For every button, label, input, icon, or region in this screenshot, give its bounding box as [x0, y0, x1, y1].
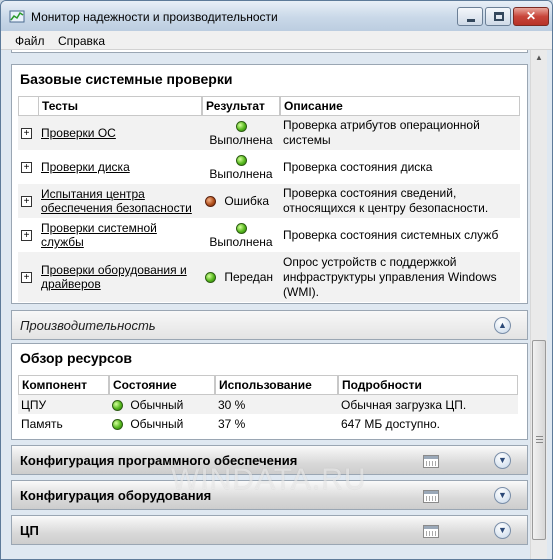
- usage-text: 37 %: [218, 416, 246, 431]
- description-text: Проверка состояния диска: [283, 160, 433, 174]
- maximize-button[interactable]: [485, 7, 511, 26]
- test-link[interactable]: Проверки оборудования и драйверов: [41, 263, 187, 291]
- status-ok-icon: [205, 272, 216, 284]
- table-row: + Проверки системной службы Выполнена Пр…: [18, 218, 520, 252]
- previous-panel: [11, 50, 528, 53]
- result-text: Выполнена: [209, 133, 273, 147]
- basic-checks-title: Базовые системные проверки: [20, 71, 233, 87]
- result-text: Ошибка: [224, 194, 270, 208]
- description-text: Проверка состояния сведений, относящихся…: [280, 184, 520, 218]
- expand-icon[interactable]: +: [21, 272, 32, 284]
- grip-line: [536, 442, 543, 443]
- expand-icon[interactable]: +: [21, 230, 32, 242]
- scrollbar-thumb[interactable]: [532, 340, 546, 540]
- maximize-icon: [494, 12, 504, 21]
- grip-line: [536, 436, 543, 437]
- col-usage[interactable]: Использование: [215, 375, 338, 395]
- col-details[interactable]: Подробности: [338, 375, 518, 395]
- col-tests[interactable]: Тесты: [38, 96, 202, 116]
- description-text: Проверка атрибутов операционной системы: [280, 116, 520, 150]
- component-text: ЦПУ: [18, 395, 109, 414]
- description-text: Проверка состояния системных служб: [283, 228, 499, 242]
- report-icon: [423, 455, 439, 468]
- report-icon: [423, 490, 439, 503]
- resource-table: Компонент Состояние Использование Подроб…: [18, 375, 518, 433]
- description-text: Опрос устройств с поддержкой инфраструкт…: [280, 252, 520, 302]
- col-description[interactable]: Описание: [280, 96, 520, 116]
- expander-header: [18, 96, 38, 116]
- test-link[interactable]: Проверки ОС: [41, 126, 116, 140]
- performance-title: Производительность: [20, 318, 156, 333]
- status-ok-icon: [235, 155, 247, 167]
- table-row: + Проверки диска Выполнена Проверка сост…: [18, 150, 520, 184]
- basic-checks-table: Тесты Результат Описание + Проверки ОС В…: [18, 96, 520, 302]
- result-text: Передан: [224, 270, 274, 284]
- state-text: Обычный: [130, 397, 184, 412]
- status-ok-icon: [235, 121, 247, 133]
- state-text: Обычный: [130, 416, 184, 431]
- status-ok-icon: [112, 399, 123, 411]
- report-icon: [423, 525, 439, 538]
- vertical-scrollbar[interactable]: ▲: [530, 50, 547, 559]
- table-row: + Испытания центра обеспечения безопасно…: [18, 184, 520, 218]
- chevron-down-icon[interactable]: ▼: [494, 452, 511, 469]
- result-text: Выполнена: [209, 235, 273, 249]
- details-text: 647 МБ доступно.: [341, 416, 440, 431]
- menu-bar: Файл Справка: [1, 31, 552, 50]
- expand-icon[interactable]: +: [21, 196, 32, 208]
- chevron-down-icon[interactable]: ▼: [494, 487, 511, 504]
- test-link[interactable]: Проверки диска: [41, 160, 130, 174]
- table-row: ЦПУ Обычный 30 % Обычная загрузка ЦП.: [18, 395, 518, 414]
- minimize-button[interactable]: [457, 7, 483, 26]
- test-link[interactable]: Испытания центра обеспечения безопасност…: [41, 187, 192, 215]
- test-link[interactable]: Проверки системной службы: [41, 221, 157, 249]
- details-text: Обычная загрузка ЦП.: [338, 395, 518, 414]
- cpu-section[interactable]: ЦП ▼: [11, 515, 528, 545]
- section-title: ЦП: [20, 523, 39, 538]
- table-row: + Проверки оборудования и драйверов Пере…: [18, 252, 520, 302]
- table-row: + Проверки ОС Выполнена Проверка атрибут…: [18, 116, 520, 150]
- status-error-icon: [205, 196, 216, 208]
- minimize-icon: [467, 19, 475, 22]
- resource-overview-panel: Обзор ресурсов Компонент Состояние Испол…: [11, 343, 528, 440]
- chevron-down-icon[interactable]: ▼: [494, 522, 511, 539]
- result-text: Выполнена: [209, 167, 273, 181]
- expand-icon[interactable]: +: [21, 128, 32, 140]
- component-text: Память: [21, 416, 63, 431]
- col-state[interactable]: Состояние: [109, 375, 215, 395]
- col-result[interactable]: Результат: [202, 96, 280, 116]
- resource-overview-title: Обзор ресурсов: [20, 350, 132, 366]
- close-button[interactable]: ✕: [513, 7, 549, 26]
- close-icon: ✕: [525, 9, 537, 23]
- menu-file[interactable]: Файл: [15, 34, 45, 48]
- window-title: Монитор надежности и производительности: [31, 10, 278, 24]
- grip-line: [536, 439, 543, 440]
- status-ok-icon: [235, 223, 247, 235]
- scroll-up-icon[interactable]: ▲: [531, 50, 547, 66]
- chevron-up-icon[interactable]: ▲: [494, 317, 511, 334]
- basic-checks-panel: Базовые системные проверки Тесты Результ…: [11, 64, 528, 304]
- main-window: Монитор надежности и производительности …: [0, 0, 553, 560]
- menu-help[interactable]: Справка: [58, 34, 105, 48]
- usage-text: 30 %: [215, 395, 338, 414]
- performance-section-header[interactable]: Производительность ▲: [11, 310, 528, 340]
- watermark: WINDATA.RU: [171, 463, 367, 496]
- app-icon: [9, 10, 25, 23]
- col-component[interactable]: Компонент: [18, 375, 109, 395]
- expand-icon[interactable]: +: [21, 162, 32, 174]
- table-row: Память Обычный 37 % 647 МБ доступно.: [18, 414, 518, 433]
- status-ok-icon: [112, 418, 123, 430]
- title-bar[interactable]: Монитор надежности и производительности …: [1, 1, 552, 31]
